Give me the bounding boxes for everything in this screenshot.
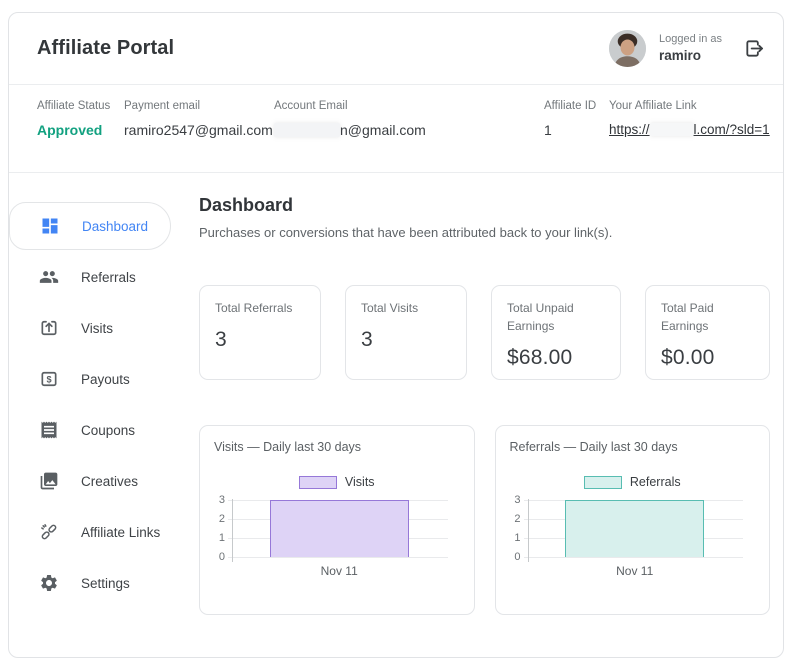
- logout-icon[interactable]: [741, 36, 767, 62]
- dashboard-icon: [40, 216, 60, 236]
- stat-label: Total Unpaid Earnings: [507, 301, 574, 333]
- affiliate-id-label: Affiliate ID: [544, 100, 597, 112]
- y-axis-line: [527, 499, 529, 562]
- stat-value: $68.00: [507, 346, 573, 369]
- stat-card-total-visits: Total Visits 3: [345, 285, 467, 380]
- sidebar-item-creatives[interactable]: Creatives: [9, 457, 179, 505]
- header: Affiliate Portal Logged in as ramiro: [9, 13, 783, 85]
- sidebar-item-visits[interactable]: Visits: [9, 304, 179, 352]
- x-axis-label: Nov 11: [320, 564, 358, 578]
- y-axis-labels: 3 2 1 0: [514, 494, 521, 563]
- chart-legend[interactable]: Referrals: [510, 475, 756, 489]
- chart-plot: 3 2 1 0: [214, 494, 460, 563]
- redacted-email-segment: [274, 123, 340, 137]
- avatar: [609, 30, 646, 67]
- referrals-chart-card: Referrals — Daily last 30 days Referrals…: [494, 425, 770, 615]
- referrals-icon: [39, 267, 59, 287]
- visits-icon: [39, 318, 59, 338]
- sidebar-item-label: Dashboard: [82, 218, 149, 234]
- legend-swatch: [298, 475, 337, 489]
- stat-label: Total Paid Earnings: [661, 301, 714, 333]
- sidebar-item-affiliate-links[interactable]: Affiliate Links: [9, 508, 179, 556]
- visits-area-series: [269, 500, 409, 557]
- sidebar-item-label: Coupons: [81, 422, 136, 438]
- stat-card-unpaid-earnings: Total Unpaid Earnings $68.00: [491, 285, 621, 380]
- stat-value: 3: [361, 328, 373, 351]
- y-axis-line: [232, 499, 233, 562]
- sidebar-item-label: Visits: [81, 320, 114, 336]
- account-email-value: n@gmail.com: [274, 122, 544, 138]
- redacted-link-segment: [649, 123, 694, 136]
- stat-value: 3: [215, 328, 227, 351]
- sidebar-item-label: Creatives: [81, 473, 139, 489]
- portal-card: Affiliate Portal Logged in as ramiro Aff…: [8, 12, 784, 658]
- affiliate-status-label: Affiliate Status: [37, 100, 111, 112]
- stat-card-total-referrals: Total Referrals 3: [199, 285, 321, 380]
- svg-text:$: $: [46, 374, 51, 384]
- legend-label: Referrals: [629, 475, 681, 489]
- charts-row: Visits — Daily last 30 days Visits 3 2 1…: [199, 425, 770, 615]
- legend-label: Visits: [344, 475, 375, 489]
- stat-value: $0.00: [661, 346, 715, 369]
- sidebar-item-referrals[interactable]: Referrals: [9, 253, 179, 301]
- account-email-label: Account Email: [274, 100, 348, 112]
- username: ramiro: [659, 47, 702, 63]
- settings-icon: [39, 573, 59, 593]
- sidebar-item-label: Settings: [81, 575, 130, 591]
- affiliate-status-value: Approved: [37, 122, 103, 138]
- affiliate-id-value: 1: [544, 122, 552, 138]
- visits-chart-card: Visits — Daily last 30 days Visits 3 2 1…: [199, 425, 475, 615]
- sidebar-item-label: Payouts: [81, 371, 130, 387]
- legend-swatch: [583, 475, 622, 489]
- sidebar-item-label: Referrals: [81, 269, 136, 285]
- coupons-icon: [39, 420, 59, 440]
- payouts-icon: $: [39, 369, 59, 389]
- y-axis-labels: 3 2 1 0: [218, 494, 225, 563]
- sidebar-item-dashboard[interactable]: Dashboard: [9, 202, 171, 250]
- dashboard-heading: Dashboard: [199, 195, 294, 215]
- chart-legend[interactable]: Visits: [214, 475, 460, 489]
- page-title: Affiliate Portal: [37, 37, 175, 59]
- dashboard-content: Dashboard Purchases or conversions that …: [179, 173, 789, 657]
- sidebar-item-label: Affiliate Links: [81, 524, 161, 540]
- stat-label: Total Referrals: [215, 301, 293, 315]
- payment-email-label: Payment email: [124, 100, 201, 112]
- dashboard-description: Purchases or conversions that have been …: [199, 225, 613, 240]
- chart-title: Visits — Daily last 30 days: [214, 440, 362, 454]
- sidebar-item-coupons[interactable]: Coupons: [9, 406, 179, 454]
- affiliate-links-icon: [39, 522, 59, 542]
- x-axis-label: Nov 11: [616, 564, 654, 578]
- stats-row: Total Referrals 3 Total Visits 3 Total U…: [199, 285, 770, 380]
- payment-email-value: ramiro2547@gmail.com: [124, 122, 273, 138]
- sidebar-item-settings[interactable]: Settings: [9, 559, 179, 607]
- chart-plot: 3 2 1 0: [510, 494, 756, 563]
- creatives-icon: [39, 471, 59, 491]
- stat-card-paid-earnings: Total Paid Earnings $0.00: [645, 285, 770, 380]
- affiliate-link[interactable]: https://l.com/?sld=1: [609, 122, 783, 137]
- sidebar: Dashboard Referrals Visits $ Payouts Cou…: [9, 173, 179, 657]
- affiliate-info-bar: Affiliate Status Approved Payment email …: [9, 85, 783, 173]
- affiliate-link-label: Your Affiliate Link: [609, 100, 697, 112]
- stat-label: Total Visits: [361, 301, 419, 315]
- referrals-area-series: [565, 500, 705, 557]
- chart-title: Referrals — Daily last 30 days: [509, 440, 678, 454]
- sidebar-item-payouts[interactable]: $ Payouts: [9, 355, 179, 403]
- logged-in-as-label: Logged in as: [659, 32, 722, 45]
